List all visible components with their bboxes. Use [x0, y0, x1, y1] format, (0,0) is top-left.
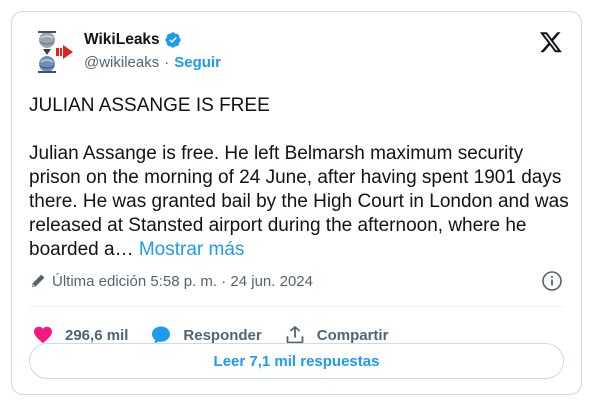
show-more-link[interactable]: Mostrar más	[139, 239, 245, 260]
avatar[interactable]	[29, 29, 75, 75]
edit-info-row: Última edición 5:58 p. m. · 24 jun. 2024	[30, 270, 563, 292]
tweet-headline: JULIAN ASSANGE IS FREE	[29, 95, 270, 116]
author-name-row: WikiLeaks	[84, 31, 182, 49]
wikileaks-logo-icon	[38, 31, 73, 73]
separator-dot: ·	[164, 54, 170, 71]
pencil-icon	[30, 273, 46, 289]
author-handle[interactable]: @wikileaks	[84, 54, 159, 71]
x-logo-icon[interactable]	[539, 30, 563, 54]
follow-button[interactable]: Seguir	[174, 54, 221, 71]
reply-label: Responder	[183, 326, 262, 344]
info-icon[interactable]	[541, 270, 563, 292]
divider	[29, 306, 564, 307]
like-count: 296,6 mil	[65, 326, 129, 344]
tweet-text: JULIAN ASSANGE IS FREE Julian Assange is…	[29, 94, 569, 262]
author-display-name[interactable]: WikiLeaks	[84, 31, 160, 49]
tweet-body-paragraph: Julian Assange is free. He left Belmarsh…	[29, 142, 569, 262]
share-label: Compartir	[316, 326, 389, 344]
verified-badge-icon	[164, 31, 182, 49]
tweet-body: Julian Assange is free. He left Belmarsh…	[29, 143, 569, 260]
tweet-card: WikiLeaks @wikileaks · Seguir JULIAN ASS…	[11, 11, 582, 395]
author-handle-row: @wikileaks · Seguir	[84, 54, 221, 71]
edit-timestamp[interactable]: Última edición 5:58 p. m. · 24 jun. 2024	[52, 273, 313, 290]
read-replies-button[interactable]: Leer 7,1 mil respuestas	[29, 343, 564, 379]
